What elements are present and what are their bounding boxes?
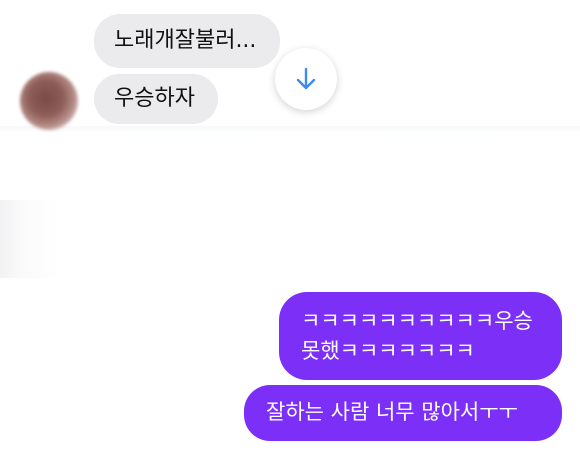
avatar[interactable] [20,72,78,130]
message-text-line: ㅋㅋㅋㅋㅋㅋㅋㅋㅋㅋ우승 [301,309,533,333]
chat-screen: 노래개잘불러... 우승하자 ㅋㅋㅋㅋㅋㅋㅋㅋㅋㅋ우승 못했ㅋㅋㅋㅋㅋㅋㅋ 잘하… [0,0,580,470]
message-text-line: 못했ㅋㅋㅋㅋㅋㅋㅋ [301,339,475,363]
outgoing-message[interactable]: 잘하는 사람 너무 많아서ㅜㅜ [244,385,562,441]
message-text: 우승하자 [114,86,195,111]
scroll-to-bottom-button[interactable] [275,48,337,110]
divider [0,126,580,134]
message-text: 잘하는 사람 너무 많아서ㅜㅜ [266,400,518,424]
incoming-message[interactable]: 우승하자 [94,74,218,124]
message-text: 노래개잘불러... [114,28,257,53]
incoming-message[interactable]: 노래개잘불러... [94,14,280,68]
outgoing-message[interactable]: ㅋㅋㅋㅋㅋㅋㅋㅋㅋㅋ우승 못했ㅋㅋㅋㅋㅋㅋㅋ [279,292,562,380]
arrow-down-icon [296,67,316,90]
blank-panel [0,200,580,278]
